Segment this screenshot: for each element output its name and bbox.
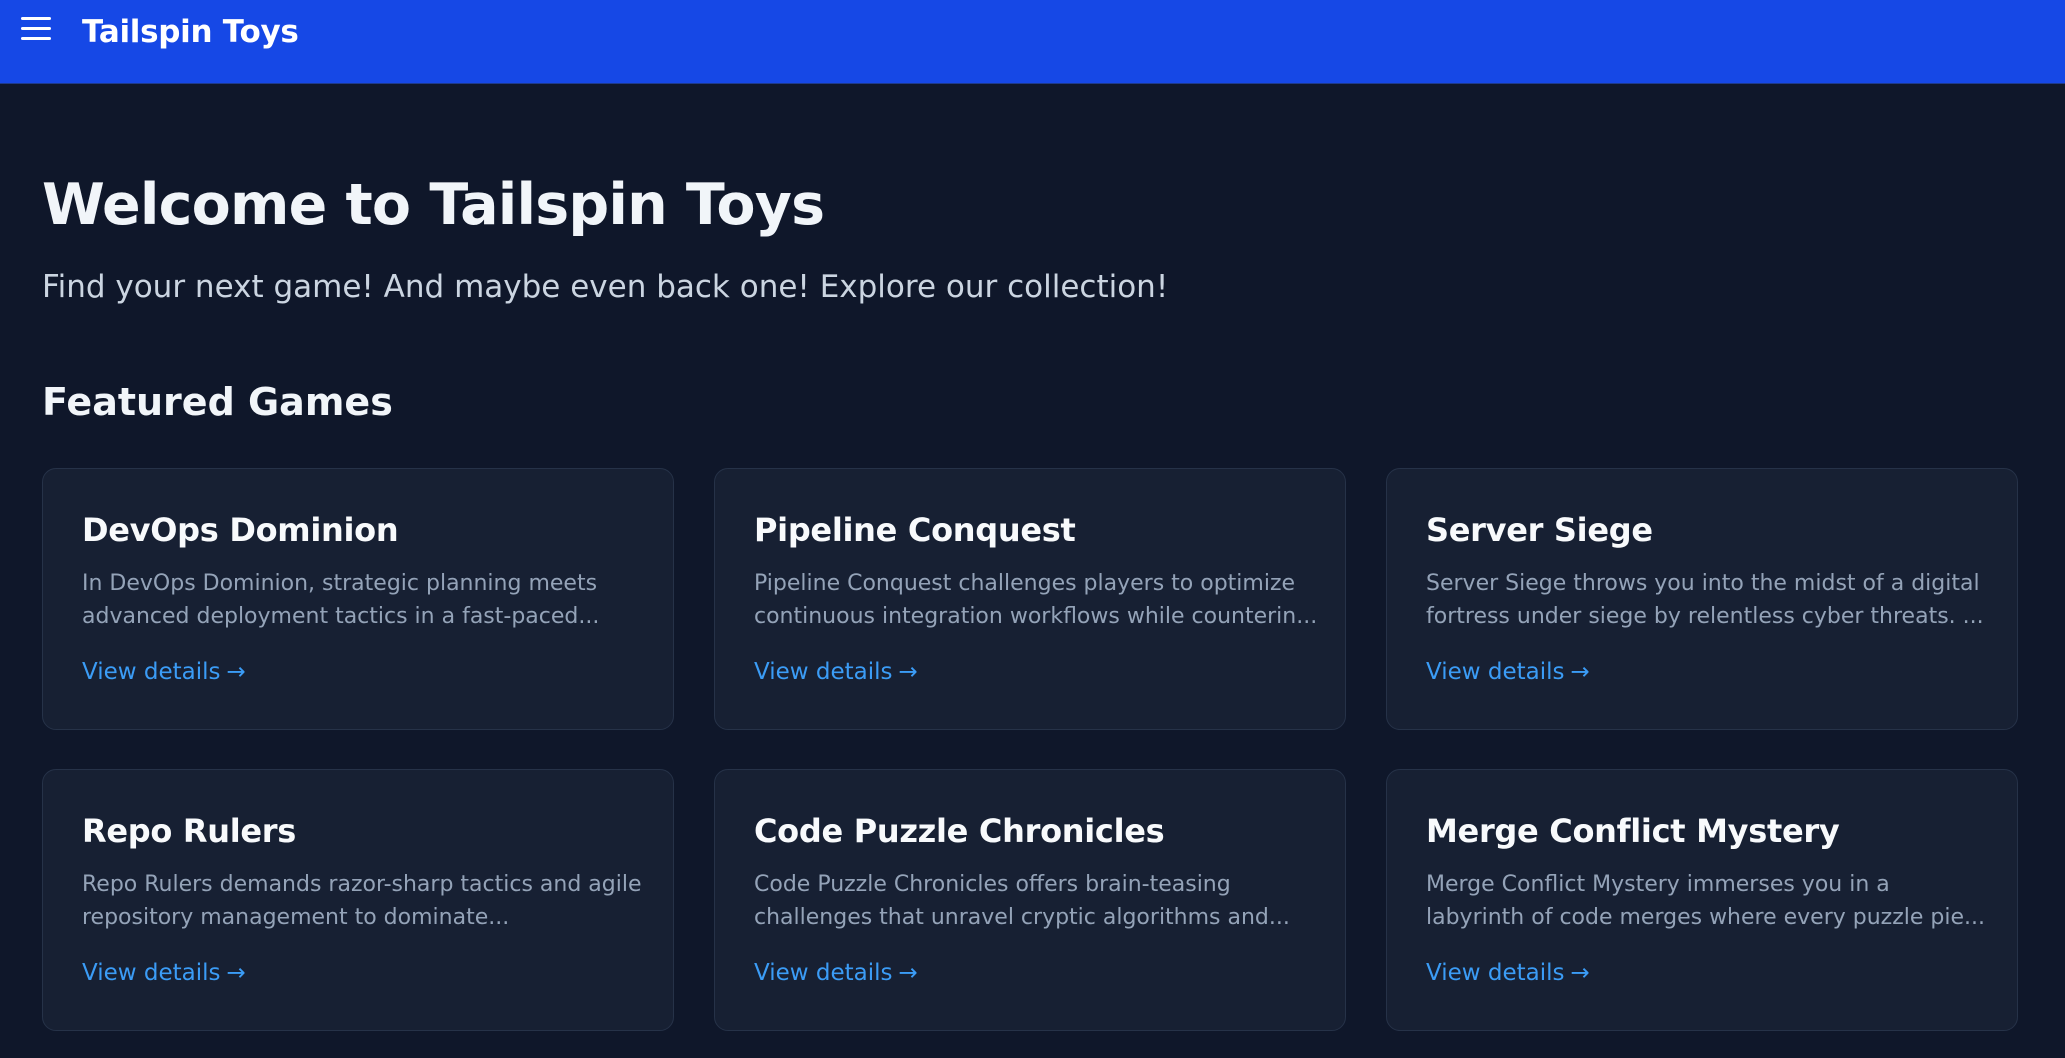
- game-card-description: In DevOps Dominion, strategic planning m…: [82, 567, 646, 633]
- game-card-merge-conflict-mystery[interactable]: Merge Conflict Mystery Merge Conflict My…: [1386, 769, 2018, 1031]
- game-card-description-line: advanced deployment tactics in a fast-pa…: [82, 604, 600, 629]
- arrow-right-icon: →: [226, 659, 246, 685]
- view-details-link[interactable]: View details →: [754, 659, 918, 685]
- game-card-title: Pipeline Conquest: [754, 511, 1076, 549]
- game-card-description: Pipeline Conquest challenges players to …: [754, 567, 1318, 633]
- arrow-right-icon: →: [226, 960, 246, 986]
- game-card-description-line: repository management to dominate...: [82, 905, 510, 930]
- game-card-title: Repo Rulers: [82, 812, 296, 850]
- brand-logo-text[interactable]: Tailspin Toys: [82, 14, 299, 50]
- game-card-title: Code Puzzle Chronicles: [754, 812, 1165, 850]
- view-details-label: View details: [82, 960, 221, 986]
- game-card-title: DevOps Dominion: [82, 511, 399, 549]
- view-details-link[interactable]: View details →: [82, 659, 246, 685]
- game-card-description: Merge Conflict Mystery immerses you in a…: [1426, 868, 1990, 934]
- top-navigation-bar: Tailspin Toys: [0, 0, 2065, 84]
- arrow-right-icon: →: [898, 960, 918, 986]
- featured-games-heading: Featured Games: [42, 380, 393, 424]
- game-card-description-line: Pipeline Conquest challenges players to …: [754, 571, 1296, 596]
- game-card-description-line: In DevOps Dominion, strategic planning m…: [82, 571, 598, 596]
- view-details-link[interactable]: View details →: [754, 960, 918, 986]
- game-card-server-siege[interactable]: Server Siege Server Siege throws you int…: [1386, 468, 2018, 730]
- game-card-description-line: Server Siege throws you into the midst o…: [1426, 571, 1980, 596]
- view-details-label: View details: [1426, 960, 1565, 986]
- game-card-devops-dominion[interactable]: DevOps Dominion In DevOps Dominion, stra…: [42, 468, 674, 730]
- game-card-description-line: challenges that unravel cryptic algorith…: [754, 905, 1290, 930]
- game-card-description: Server Siege throws you into the midst o…: [1426, 567, 1990, 633]
- view-details-label: View details: [82, 659, 221, 685]
- game-card-title: Merge Conflict Mystery: [1426, 812, 1840, 850]
- game-card-description-line: Merge Conflict Mystery immerses you in a: [1426, 872, 1890, 897]
- view-details-label: View details: [754, 659, 893, 685]
- game-card-repo-rulers[interactable]: Repo Rulers Repo Rulers demands razor-sh…: [42, 769, 674, 1031]
- game-card-description-line: continuous integration workflows while c…: [754, 604, 1318, 629]
- view-details-label: View details: [1426, 659, 1565, 685]
- view-details-label: View details: [754, 960, 893, 986]
- arrow-right-icon: →: [1570, 659, 1590, 685]
- hamburger-menu-icon[interactable]: [18, 14, 54, 46]
- page-title: Welcome to Tailspin Toys: [42, 172, 825, 238]
- game-card-description-line: fortress under siege by relentless cyber…: [1426, 604, 1984, 629]
- game-card-description: Code Puzzle Chronicles offers brain-teas…: [754, 868, 1318, 934]
- view-details-link[interactable]: View details →: [1426, 960, 1590, 986]
- game-card-description-line: Code Puzzle Chronicles offers brain-teas…: [754, 872, 1231, 897]
- game-card-description-line: labyrinth of code merges where every puz…: [1426, 905, 1986, 930]
- game-card-description-line: Repo Rulers demands razor-sharp tactics …: [82, 872, 642, 897]
- game-card-description: Repo Rulers demands razor-sharp tactics …: [82, 868, 646, 934]
- arrow-right-icon: →: [898, 659, 918, 685]
- page-subtitle: Find your next game! And maybe even back…: [42, 269, 1169, 305]
- arrow-right-icon: →: [1570, 960, 1590, 986]
- view-details-link[interactable]: View details →: [1426, 659, 1590, 685]
- game-card-title: Server Siege: [1426, 511, 1653, 549]
- game-card-pipeline-conquest[interactable]: Pipeline Conquest Pipeline Conquest chal…: [714, 468, 1346, 730]
- game-card-code-puzzle-chronicles[interactable]: Code Puzzle Chronicles Code Puzzle Chron…: [714, 769, 1346, 1031]
- view-details-link[interactable]: View details →: [82, 960, 246, 986]
